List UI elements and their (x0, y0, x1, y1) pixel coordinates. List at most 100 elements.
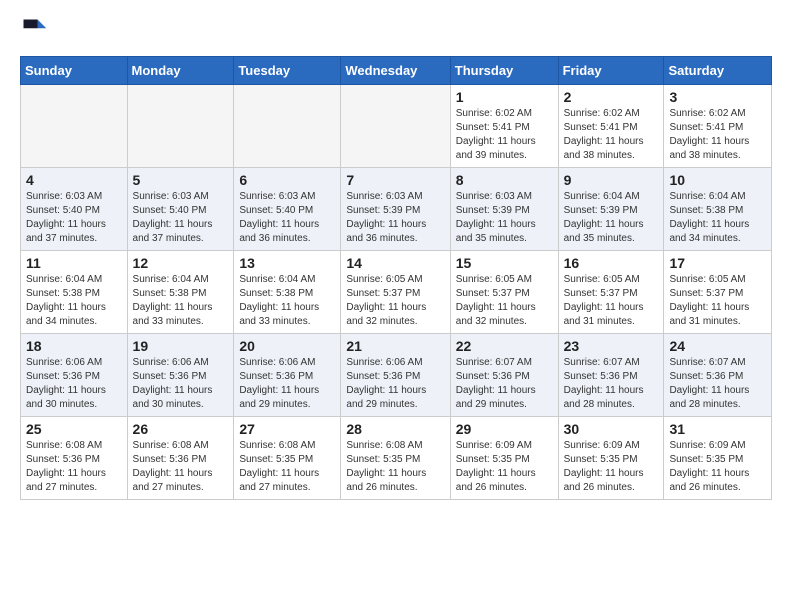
day-number: 18 (26, 338, 122, 354)
calendar-cell: 20 Sunrise: 6:06 AM Sunset: 5:36 PM Dayli… (234, 334, 341, 417)
weekday-header-monday: Monday (127, 57, 234, 85)
day-number: 11 (26, 255, 122, 271)
day-info: Sunrise: 6:07 AM Sunset: 5:36 PM Dayligh… (669, 356, 766, 412)
calendar-cell: 24 Sunrise: 6:07 AM Sunset: 5:36 PM Dayli… (664, 334, 772, 417)
day-number: 28 (346, 421, 444, 437)
day-info: Sunrise: 6:05 AM Sunset: 5:37 PM Dayligh… (564, 273, 659, 329)
calendar-cell: 13 Sunrise: 6:04 AM Sunset: 5:38 PM Dayli… (234, 251, 341, 334)
day-info: Sunrise: 6:02 AM Sunset: 5:41 PM Dayligh… (564, 107, 659, 163)
day-info: Sunrise: 6:07 AM Sunset: 5:36 PM Dayligh… (456, 356, 553, 412)
logo-icon (20, 16, 48, 44)
day-info: Sunrise: 6:09 AM Sunset: 5:35 PM Dayligh… (456, 439, 553, 495)
day-number: 27 (239, 421, 335, 437)
day-info: Sunrise: 6:06 AM Sunset: 5:36 PM Dayligh… (239, 356, 335, 412)
calendar-cell: 27 Sunrise: 6:08 AM Sunset: 5:35 PM Dayli… (234, 417, 341, 500)
day-number: 23 (564, 338, 659, 354)
day-number: 20 (239, 338, 335, 354)
calendar-cell: 31 Sunrise: 6:09 AM Sunset: 5:35 PM Dayli… (664, 417, 772, 500)
day-number: 3 (669, 89, 766, 105)
day-info: Sunrise: 6:09 AM Sunset: 5:35 PM Dayligh… (669, 439, 766, 495)
calendar-cell: 5 Sunrise: 6:03 AM Sunset: 5:40 PM Daylig… (127, 168, 234, 251)
day-number: 9 (564, 172, 659, 188)
calendar-cell: 17Sunrise: 6:05 AM Sunset: 5:37 PM Dayli… (664, 251, 772, 334)
day-number: 5 (133, 172, 229, 188)
weekday-header-tuesday: Tuesday (234, 57, 341, 85)
day-number: 14 (346, 255, 444, 271)
day-info: Sunrise: 6:03 AM Sunset: 5:40 PM Dayligh… (26, 190, 122, 246)
day-info: Sunrise: 6:04 AM Sunset: 5:38 PM Dayligh… (669, 190, 766, 246)
calendar-cell: 28 Sunrise: 6:08 AM Sunset: 5:35 PM Dayli… (341, 417, 450, 500)
weekday-header-thursday: Thursday (450, 57, 558, 85)
weekday-header-row: SundayMondayTuesdayWednesdayThursdayFrid… (21, 57, 772, 85)
day-info: Sunrise: 6:08 AM Sunset: 5:36 PM Dayligh… (133, 439, 229, 495)
calendar-cell: 7 Sunrise: 6:03 AM Sunset: 5:39 PM Daylig… (341, 168, 450, 251)
calendar-cell: 14 Sunrise: 6:05 AM Sunset: 5:37 PM Dayli… (341, 251, 450, 334)
calendar: SundayMondayTuesdayWednesdayThursdayFrid… (20, 56, 772, 500)
day-info: Sunrise: 6:03 AM Sunset: 5:40 PM Dayligh… (133, 190, 229, 246)
calendar-cell: 19Sunrise: 6:06 AM Sunset: 5:36 PM Dayli… (127, 334, 234, 417)
header (20, 16, 772, 44)
day-info: Sunrise: 6:04 AM Sunset: 5:38 PM Dayligh… (239, 273, 335, 329)
day-info: Sunrise: 6:03 AM Sunset: 5:39 PM Dayligh… (346, 190, 444, 246)
day-number: 30 (564, 421, 659, 437)
calendar-cell: 29 Sunrise: 6:09 AM Sunset: 5:35 PM Dayli… (450, 417, 558, 500)
day-info: Sunrise: 6:07 AM Sunset: 5:36 PM Dayligh… (564, 356, 659, 412)
calendar-week-row: 4Sunrise: 6:03 AM Sunset: 5:40 PM Daylig… (21, 168, 772, 251)
calendar-cell: 22 Sunrise: 6:07 AM Sunset: 5:36 PM Dayli… (450, 334, 558, 417)
day-info: Sunrise: 6:02 AM Sunset: 5:41 PM Dayligh… (669, 107, 766, 163)
day-number: 8 (456, 172, 553, 188)
day-info: Sunrise: 6:04 AM Sunset: 5:38 PM Dayligh… (133, 273, 229, 329)
day-info: Sunrise: 6:08 AM Sunset: 5:35 PM Dayligh… (346, 439, 444, 495)
day-info: Sunrise: 6:08 AM Sunset: 5:35 PM Dayligh… (239, 439, 335, 495)
page: SundayMondayTuesdayWednesdayThursdayFrid… (0, 0, 792, 516)
calendar-cell: 1Sunrise: 6:02 AM Sunset: 5:41 PM Daylig… (450, 85, 558, 168)
calendar-week-row: 11 Sunrise: 6:04 AM Sunset: 5:38 PM Dayli… (21, 251, 772, 334)
day-number: 7 (346, 172, 444, 188)
day-number: 22 (456, 338, 553, 354)
day-number: 1 (456, 89, 553, 105)
calendar-cell: 8Sunrise: 6:03 AM Sunset: 5:39 PM Daylig… (450, 168, 558, 251)
day-number: 16 (564, 255, 659, 271)
calendar-week-row: 25Sunrise: 6:08 AM Sunset: 5:36 PM Dayli… (21, 417, 772, 500)
calendar-cell: 23 Sunrise: 6:07 AM Sunset: 5:36 PM Dayli… (558, 334, 664, 417)
day-number: 15 (456, 255, 553, 271)
day-info: Sunrise: 6:05 AM Sunset: 5:37 PM Dayligh… (669, 273, 766, 329)
calendar-cell: 30 Sunrise: 6:09 AM Sunset: 5:35 PM Dayli… (558, 417, 664, 500)
day-number: 31 (669, 421, 766, 437)
calendar-cell: 12 Sunrise: 6:04 AM Sunset: 5:38 PM Dayli… (127, 251, 234, 334)
weekday-header-friday: Friday (558, 57, 664, 85)
calendar-cell: 21Sunrise: 6:06 AM Sunset: 5:36 PM Dayli… (341, 334, 450, 417)
calendar-cell: 16 Sunrise: 6:05 AM Sunset: 5:37 PM Dayli… (558, 251, 664, 334)
day-info: Sunrise: 6:06 AM Sunset: 5:36 PM Dayligh… (346, 356, 444, 412)
day-number: 12 (133, 255, 229, 271)
logo (20, 16, 52, 44)
calendar-week-row: 1 Sunrise: 6:02 AM Sunset: 5:41 PM Daylig… (21, 85, 772, 168)
day-info: Sunrise: 6:08 AM Sunset: 5:36 PM Dayligh… (26, 439, 122, 495)
calendar-cell: 10 Sunrise: 6:04 AM Sunset: 5:38 PM Dayli… (664, 168, 772, 251)
weekday-header-wednesday: Wednesday (341, 57, 450, 85)
calendar-cell: 15 Sunrise: 6:05 AM Sunset: 5:37 PM Dayli… (450, 251, 558, 334)
calendar-cell: 2Sunrise: 6:02 AM Sunset: 5:41 PM Daylig… (558, 85, 664, 168)
day-info: Sunrise: 6:04 AM Sunset: 5:38 PM Dayligh… (26, 273, 122, 329)
calendar-cell (234, 85, 341, 168)
day-info: Sunrise: 6:05 AM Sunset: 5:37 PM Dayligh… (346, 273, 444, 329)
weekday-header-sunday: Sunday (21, 57, 128, 85)
day-info: Sunrise: 6:05 AM Sunset: 5:37 PM Dayligh… (456, 273, 553, 329)
calendar-cell: 3 Sunrise: 6:02 AM Sunset: 5:41 PM Daylig… (664, 85, 772, 168)
calendar-cell: 4Sunrise: 6:03 AM Sunset: 5:40 PM Daylig… (21, 168, 128, 251)
day-number: 24 (669, 338, 766, 354)
weekday-header-saturday: Saturday (664, 57, 772, 85)
day-number: 10 (669, 172, 766, 188)
day-info: Sunrise: 6:09 AM Sunset: 5:35 PM Dayligh… (564, 439, 659, 495)
day-info: Sunrise: 6:03 AM Sunset: 5:40 PM Dayligh… (239, 190, 335, 246)
day-info: Sunrise: 6:04 AM Sunset: 5:39 PM Dayligh… (564, 190, 659, 246)
day-number: 13 (239, 255, 335, 271)
calendar-cell: 18 Sunrise: 6:06 AM Sunset: 5:36 PM Dayli… (21, 334, 128, 417)
day-number: 19 (133, 338, 229, 354)
calendar-cell: 26 Sunrise: 6:08 AM Sunset: 5:36 PM Dayli… (127, 417, 234, 500)
day-number: 29 (456, 421, 553, 437)
day-number: 26 (133, 421, 229, 437)
calendar-cell: 11 Sunrise: 6:04 AM Sunset: 5:38 PM Dayli… (21, 251, 128, 334)
day-info: Sunrise: 6:06 AM Sunset: 5:36 PM Dayligh… (26, 356, 122, 412)
calendar-cell: 25Sunrise: 6:08 AM Sunset: 5:36 PM Dayli… (21, 417, 128, 500)
